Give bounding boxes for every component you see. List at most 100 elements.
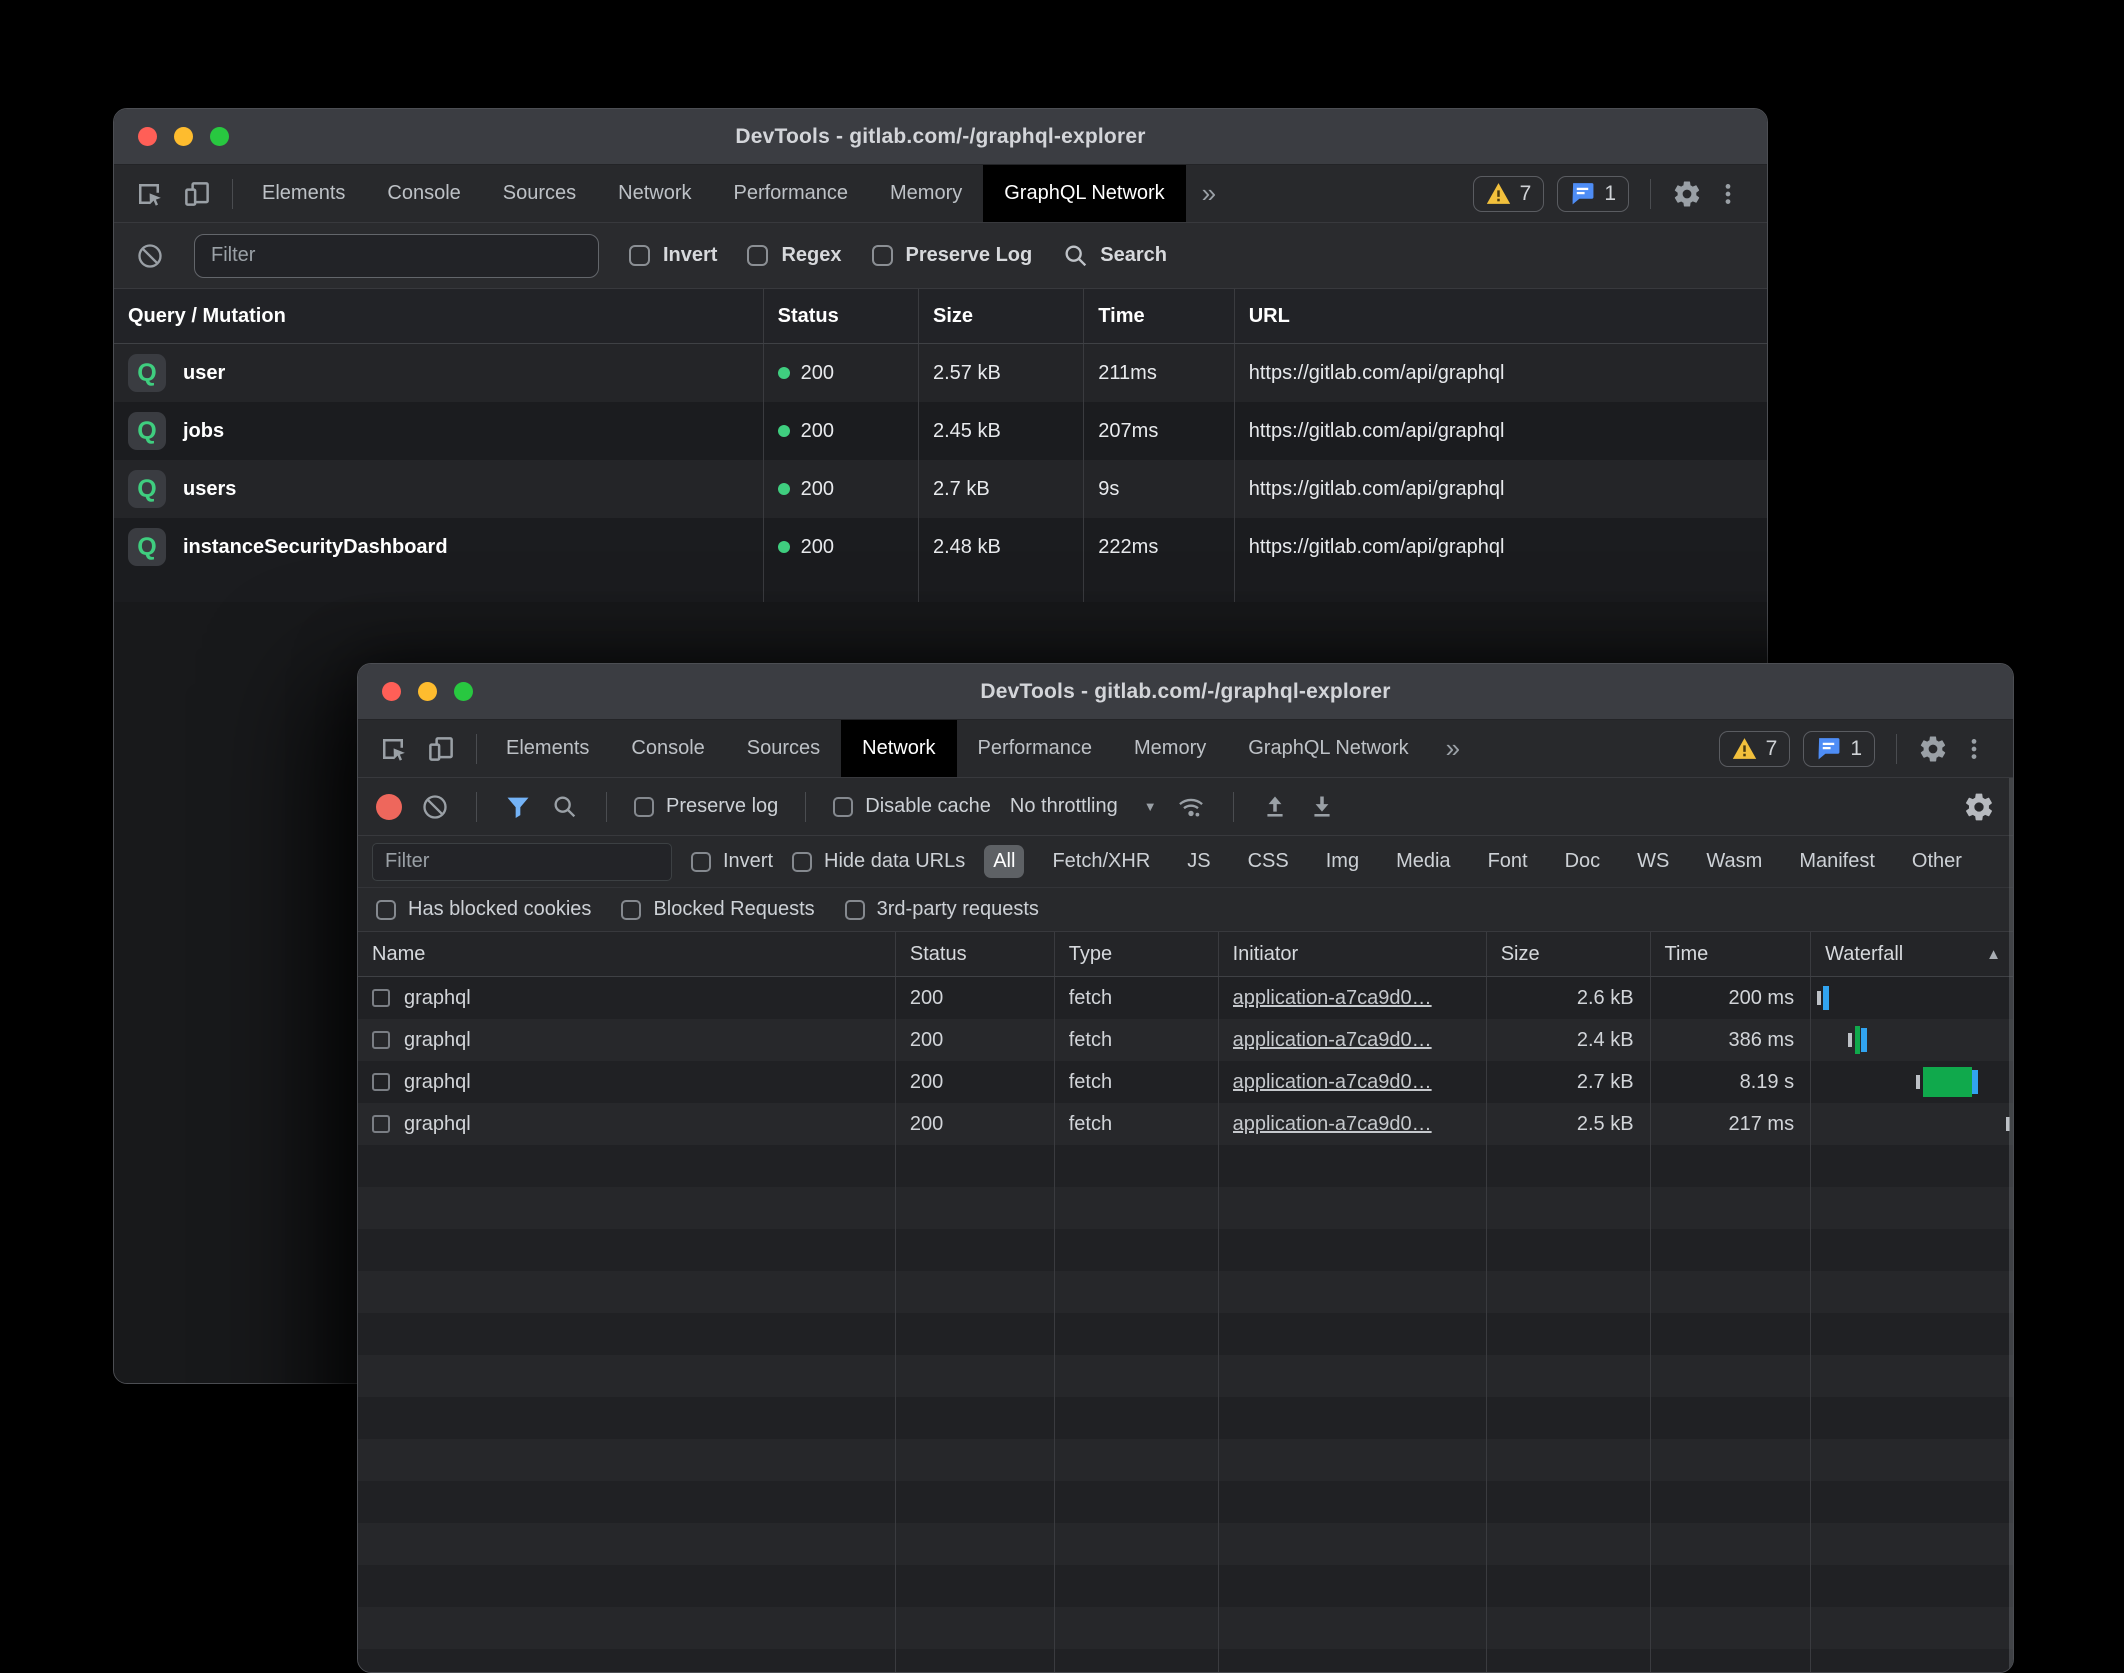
filter-funnel-icon[interactable] [504, 793, 532, 821]
import-har-icon[interactable] [1261, 793, 1289, 821]
export-har-icon[interactable] [1308, 793, 1336, 821]
clear-icon[interactable] [421, 793, 449, 821]
search-control[interactable]: Search [1062, 242, 1167, 270]
preserve-log-checkbox[interactable] [634, 797, 654, 817]
disable-cache-checkbox[interactable] [833, 797, 853, 817]
tab-network[interactable]: Network [841, 720, 956, 777]
close-button[interactable] [382, 682, 401, 701]
network-conditions-icon[interactable] [1176, 793, 1206, 821]
column-header-name[interactable]: Name [358, 932, 896, 976]
tab-sources[interactable]: Sources [482, 165, 597, 222]
titlebar[interactable]: DevTools - gitlab.com/-/graphql-explorer [114, 109, 1767, 165]
network-filter-input[interactable] [372, 843, 672, 881]
regex-checkbox[interactable] [747, 245, 768, 266]
type-filter-media[interactable]: Media [1387, 845, 1459, 878]
network-settings-gear-icon[interactable] [1963, 791, 1995, 823]
column-header-status[interactable]: Status [896, 932, 1055, 976]
more-options-icon[interactable] [1961, 734, 1987, 764]
table-row[interactable]: graphql 200 fetch application-a7ca9d0… 2… [358, 1019, 2013, 1061]
tab-console[interactable]: Console [610, 720, 725, 777]
titlebar[interactable]: DevTools - gitlab.com/-/graphql-explorer [358, 664, 2013, 720]
tab-graphql-network[interactable]: GraphQL Network [1227, 720, 1429, 777]
inspect-element-icon[interactable] [378, 734, 408, 764]
tab-memory[interactable]: Memory [869, 165, 983, 222]
type-filter-fetch-xhr[interactable]: Fetch/XHR [1043, 845, 1159, 878]
tab-elements[interactable]: Elements [241, 165, 366, 222]
hide-data-urls-checkbox[interactable] [792, 852, 812, 872]
column-header-size[interactable]: Size [1487, 932, 1651, 976]
type-filter-all[interactable]: All [984, 845, 1024, 878]
invert-checkbox[interactable] [691, 852, 711, 872]
table-row[interactable]: graphql 200 fetch application-a7ca9d0… 2… [358, 1103, 2013, 1145]
record-network-log-button[interactable] [376, 794, 402, 820]
row-checkbox[interactable] [372, 1031, 390, 1049]
tab-performance[interactable]: Performance [957, 720, 1114, 777]
tab-elements[interactable]: Elements [485, 720, 610, 777]
type-filter-css[interactable]: CSS [1239, 845, 1298, 878]
more-tabs-icon[interactable]: » [1186, 165, 1232, 222]
blocked-requests-checkbox[interactable] [621, 900, 641, 920]
tab-memory[interactable]: Memory [1113, 720, 1227, 777]
clear-icon[interactable] [136, 242, 164, 270]
settings-gear-icon[interactable] [1672, 179, 1702, 209]
more-tabs-icon[interactable]: » [1430, 720, 1476, 777]
row-checkbox[interactable] [372, 1115, 390, 1133]
type-filter-img[interactable]: Img [1317, 845, 1368, 878]
column-header-size[interactable]: Size [919, 289, 1084, 343]
table-row[interactable]: Q instanceSecurityDashboard 200 2.48 kB … [114, 518, 1767, 576]
table-row[interactable]: Q jobs 200 2.45 kB 207ms https://gitlab.… [114, 402, 1767, 460]
minimize-button[interactable] [174, 127, 193, 146]
has-blocked-cookies-checkbox[interactable] [376, 900, 396, 920]
tab-performance[interactable]: Performance [713, 165, 870, 222]
device-toolbar-icon[interactable] [182, 179, 212, 209]
column-header-url[interactable]: URL [1235, 289, 1767, 343]
initiator-link[interactable]: application-a7ca9d0… [1233, 1029, 1432, 1052]
column-header-initiator[interactable]: Initiator [1219, 932, 1487, 976]
tab-network[interactable]: Network [597, 165, 712, 222]
tab-graphql-network[interactable]: GraphQL Network [983, 165, 1185, 222]
device-toolbar-icon[interactable] [426, 734, 456, 764]
preserve-log-checkbox[interactable] [872, 245, 893, 266]
row-checkbox[interactable] [372, 1073, 390, 1091]
initiator-link[interactable]: application-a7ca9d0… [1233, 1071, 1432, 1094]
tab-sources[interactable]: Sources [726, 720, 841, 777]
column-header-type[interactable]: Type [1055, 932, 1219, 976]
third-party-requests-checkbox[interactable] [845, 900, 865, 920]
search-icon[interactable] [551, 793, 579, 821]
column-header-query[interactable]: Query / Mutation [114, 289, 764, 343]
column-header-time[interactable]: Time [1084, 289, 1234, 343]
table-row[interactable]: Q users 200 2.7 kB 9s https://gitlab.com… [114, 460, 1767, 518]
issues-badge[interactable]: 1 [1557, 176, 1629, 212]
type-filter-ws[interactable]: WS [1628, 845, 1678, 878]
initiator-link[interactable]: application-a7ca9d0… [1233, 1113, 1432, 1136]
type-filter-js[interactable]: JS [1178, 845, 1219, 878]
close-button[interactable] [138, 127, 157, 146]
column-header-status[interactable]: Status [764, 289, 919, 343]
type-filter-doc[interactable]: Doc [1556, 845, 1610, 878]
warnings-badge[interactable]: 7 [1719, 731, 1791, 767]
invert-checkbox[interactable] [629, 245, 650, 266]
table-row[interactable]: graphql 200 fetch application-a7ca9d0… 2… [358, 977, 2013, 1019]
settings-gear-icon[interactable] [1918, 734, 1948, 764]
row-checkbox[interactable] [372, 989, 390, 1007]
type-filter-manifest[interactable]: Manifest [1790, 845, 1884, 878]
divider [1650, 179, 1651, 209]
column-header-time[interactable]: Time [1651, 932, 1812, 976]
issues-badge[interactable]: 1 [1803, 731, 1875, 767]
more-options-icon[interactable] [1715, 179, 1741, 209]
table-row[interactable]: Q user 200 2.57 kB 211ms https://gitlab.… [114, 344, 1767, 402]
inspect-element-icon[interactable] [134, 179, 164, 209]
zoom-button[interactable] [454, 682, 473, 701]
type-filter-font[interactable]: Font [1479, 845, 1537, 878]
table-row[interactable]: graphql 200 fetch application-a7ca9d0… 2… [358, 1061, 2013, 1103]
filter-input[interactable] [194, 234, 599, 278]
column-header-waterfall[interactable]: Waterfall ▲ [1811, 932, 2013, 976]
minimize-button[interactable] [418, 682, 437, 701]
throttling-select[interactable]: No throttling ▼ [1010, 795, 1157, 818]
type-filter-wasm[interactable]: Wasm [1697, 845, 1771, 878]
type-filter-other[interactable]: Other [1903, 845, 1971, 878]
initiator-link[interactable]: application-a7ca9d0… [1233, 987, 1432, 1010]
zoom-button[interactable] [210, 127, 229, 146]
warnings-badge[interactable]: 7 [1473, 176, 1545, 212]
tab-console[interactable]: Console [366, 165, 481, 222]
